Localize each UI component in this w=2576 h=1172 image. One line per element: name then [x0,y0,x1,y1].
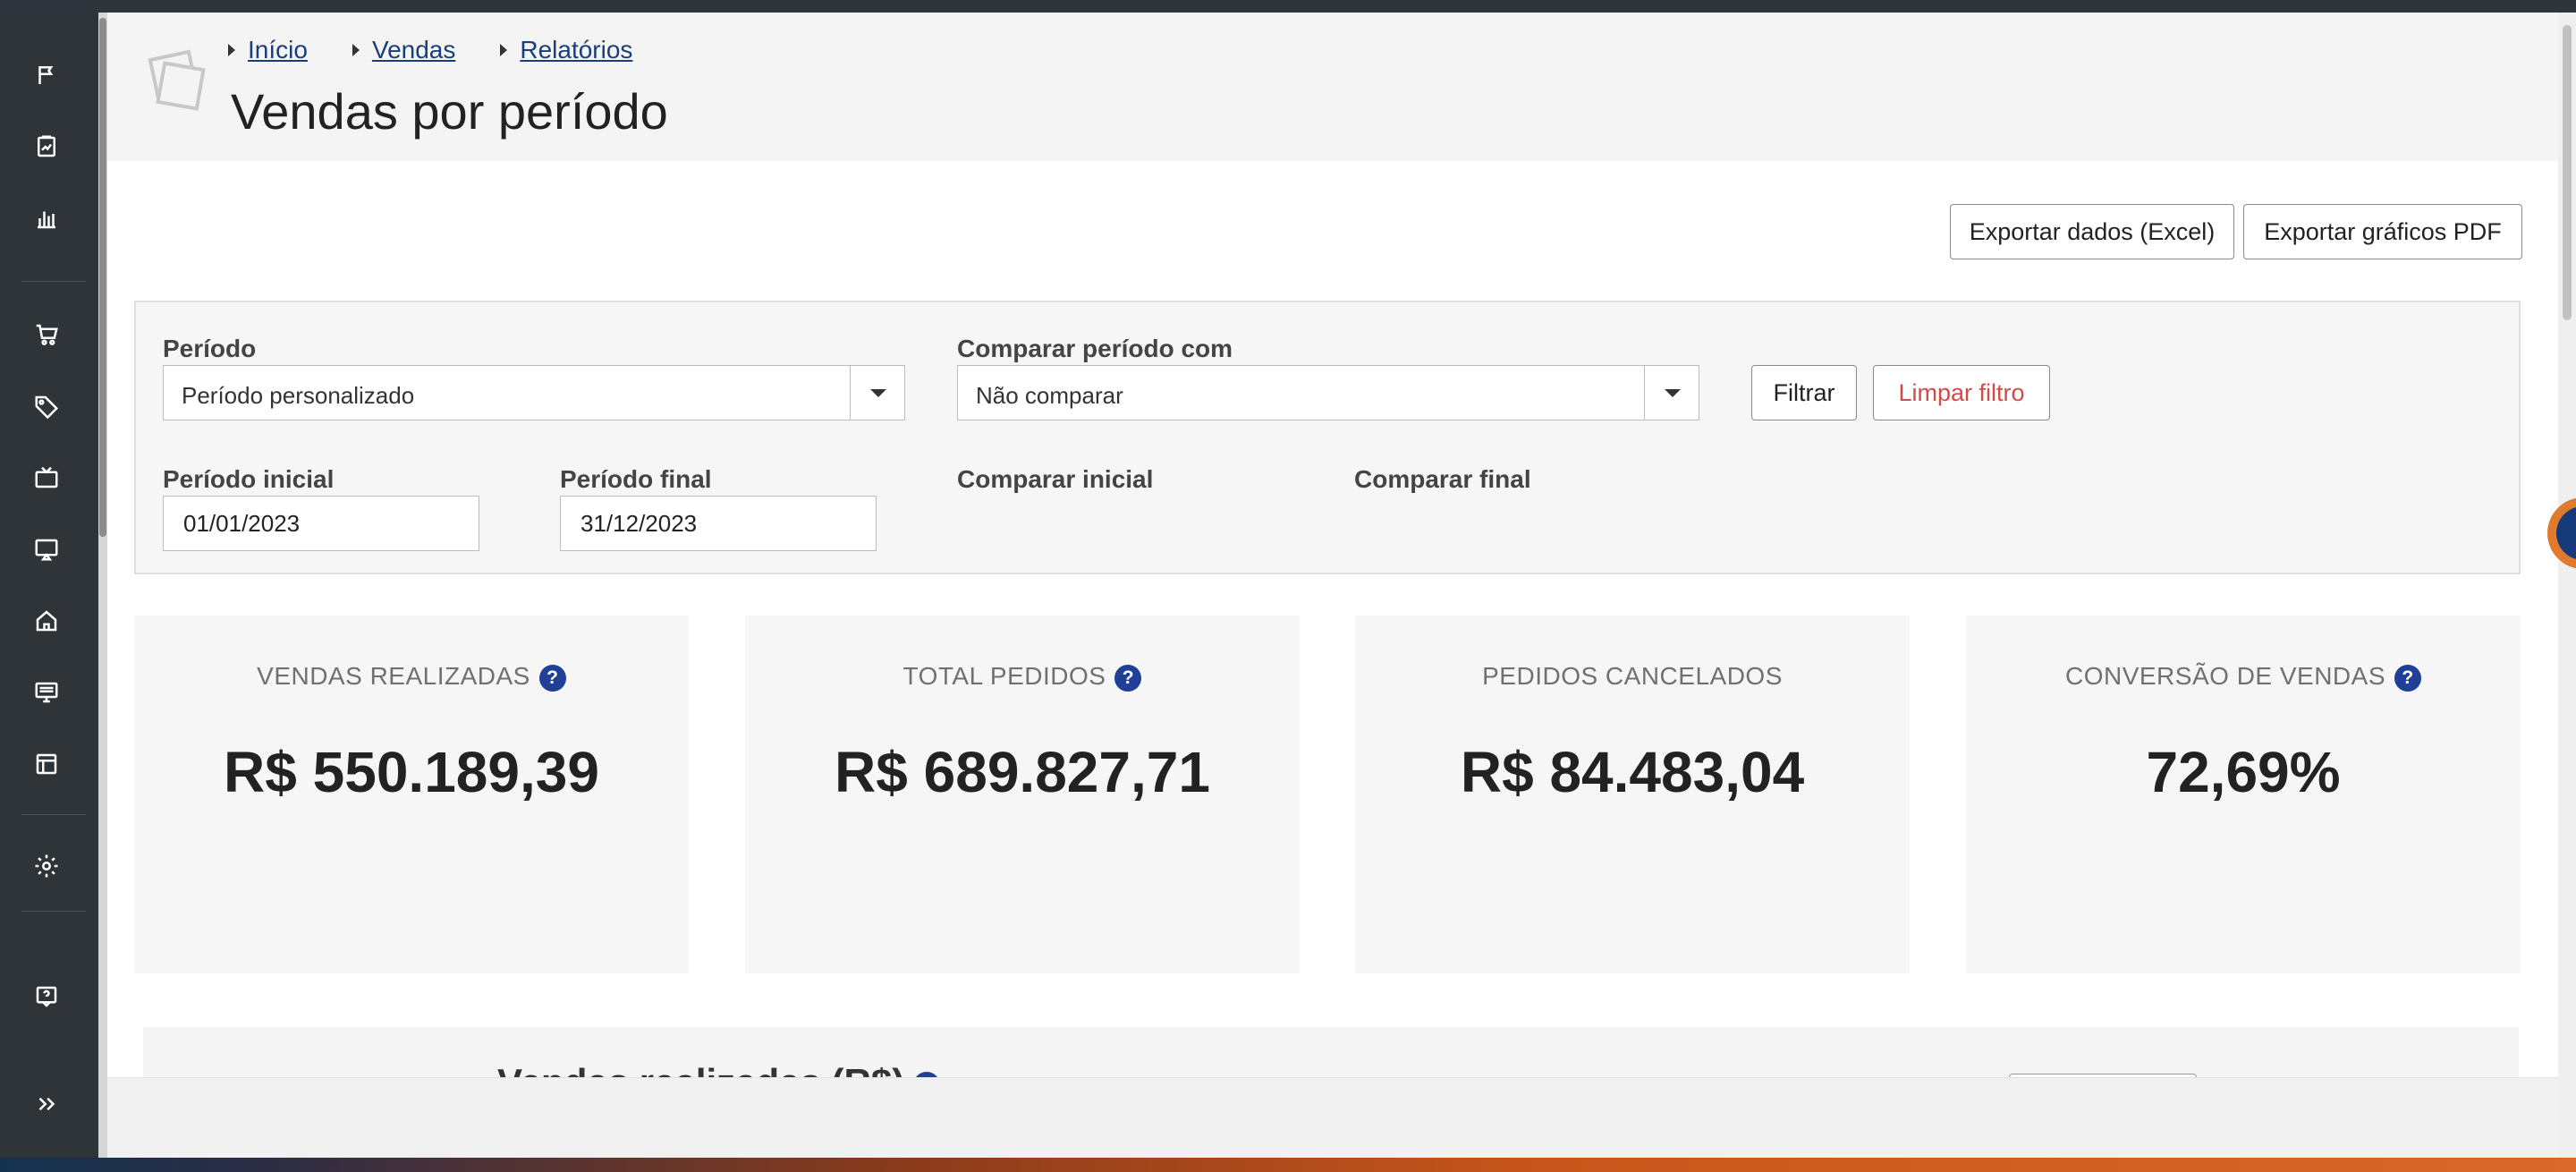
card-pedidos-cancelados: PEDIDOS CANCELADOS R$ 84.483,04 [1355,616,1910,973]
breadcrumb-inicio[interactable]: Início [248,36,308,64]
card-conversao-vendas: CONVERSÃO DE VENDAS? 72,69% [1966,616,2521,973]
caret-right-icon [228,44,235,56]
export-pdf-button[interactable]: Exportar gráficos PDF [2243,204,2522,259]
page-scrollbar[interactable] [2558,13,2576,1158]
comparar-select[interactable]: Não comparar [957,365,1699,420]
export-excel-button[interactable]: Exportar dados (Excel) [1950,204,2234,259]
breadcrumb: Início Vendas Relatórios [228,36,677,64]
window-top-strip [0,0,2576,13]
flag-icon[interactable] [23,52,70,98]
help-icon[interactable]: ? [538,664,566,692]
card-title: PEDIDOS CANCELADOS [1482,662,1783,690]
tv-icon[interactable] [23,454,70,501]
sidebar-scrollbar-thumb[interactable] [99,18,106,537]
periodo-select-value: Período personalizado [182,382,415,409]
periodo-final-label: Período final [560,465,712,493]
periodo-inicial-label: Período inicial [163,465,335,493]
home-icon[interactable] [23,598,70,644]
sidebar-divider [21,911,86,912]
desktop-background [0,1158,2576,1172]
breadcrumb-relatorios[interactable]: Relatórios [520,36,632,64]
caret-right-icon [500,44,508,56]
breadcrumb-vendas[interactable]: Vendas [372,36,455,64]
comparar-label: Comparar período com [957,335,1233,362]
tag-icon[interactable] [23,383,70,429]
layout-icon[interactable] [23,741,70,787]
card-total-pedidos: TOTAL PEDIDOS? R$ 689.827,71 [745,616,1300,973]
chevron-down-icon[interactable] [850,366,904,420]
chevron-down-icon[interactable] [1644,366,1699,420]
comparar-inicial-label: Comparar inicial [957,465,1154,493]
sidebar-divider [21,281,86,282]
card-title: CONVERSÃO DE VENDAS [2064,662,2386,690]
filter-panel: Período Período personalizado Comparar p… [134,301,2521,574]
monitor-icon[interactable] [23,669,70,716]
card-vendas-realizadas: VENDAS REALIZADAS? R$ 550.189,39 [134,616,689,973]
expand-icon[interactable] [23,1081,70,1127]
card-value: R$ 84.483,04 [1460,740,1805,804]
card-title: VENDAS REALIZADAS [257,662,530,690]
card-title: TOTAL PEDIDOS [902,662,1106,690]
sidebar [0,13,100,1158]
card-value: 72,69% [2146,740,2341,804]
comparar-final-label: Comparar final [1354,465,1531,493]
page-title: Vendas por período [231,83,668,140]
page-header: Início Vendas Relatórios Vendas por perí… [107,13,2558,161]
filtrar-button[interactable]: Filtrar [1751,365,1857,420]
comparar-select-value: Não comparar [976,382,1123,409]
cart-icon[interactable] [23,311,70,358]
limpar-filtro-button[interactable]: Limpar filtro [1873,365,2050,420]
clipboard-chart-icon[interactable] [23,123,70,170]
periodo-label: Período [163,335,257,362]
periodo-inicial-input[interactable]: 01/01/2023 [163,496,479,551]
logo-icon [148,49,206,111]
card-value: R$ 689.827,71 [835,740,1210,804]
sidebar-scrollbar[interactable] [98,13,107,1158]
periodo-select[interactable]: Período personalizado [163,365,905,420]
help-icon[interactable]: ? [1114,664,1142,692]
help-chat-icon[interactable] [23,973,70,1020]
page-scrollbar-thumb[interactable] [2563,25,2572,320]
caret-right-icon [352,44,360,56]
main-content: Início Vendas Relatórios Vendas por perí… [107,13,2558,1158]
screen-cast-icon[interactable] [23,526,70,573]
card-value: R$ 550.189,39 [224,740,599,804]
help-icon[interactable]: ? [2394,664,2422,692]
footer-bar [107,1077,2558,1158]
sidebar-divider [21,814,86,815]
bar-chart-icon[interactable] [23,195,70,242]
periodo-final-input[interactable]: 31/12/2023 [560,496,877,551]
gear-icon[interactable] [23,843,70,889]
